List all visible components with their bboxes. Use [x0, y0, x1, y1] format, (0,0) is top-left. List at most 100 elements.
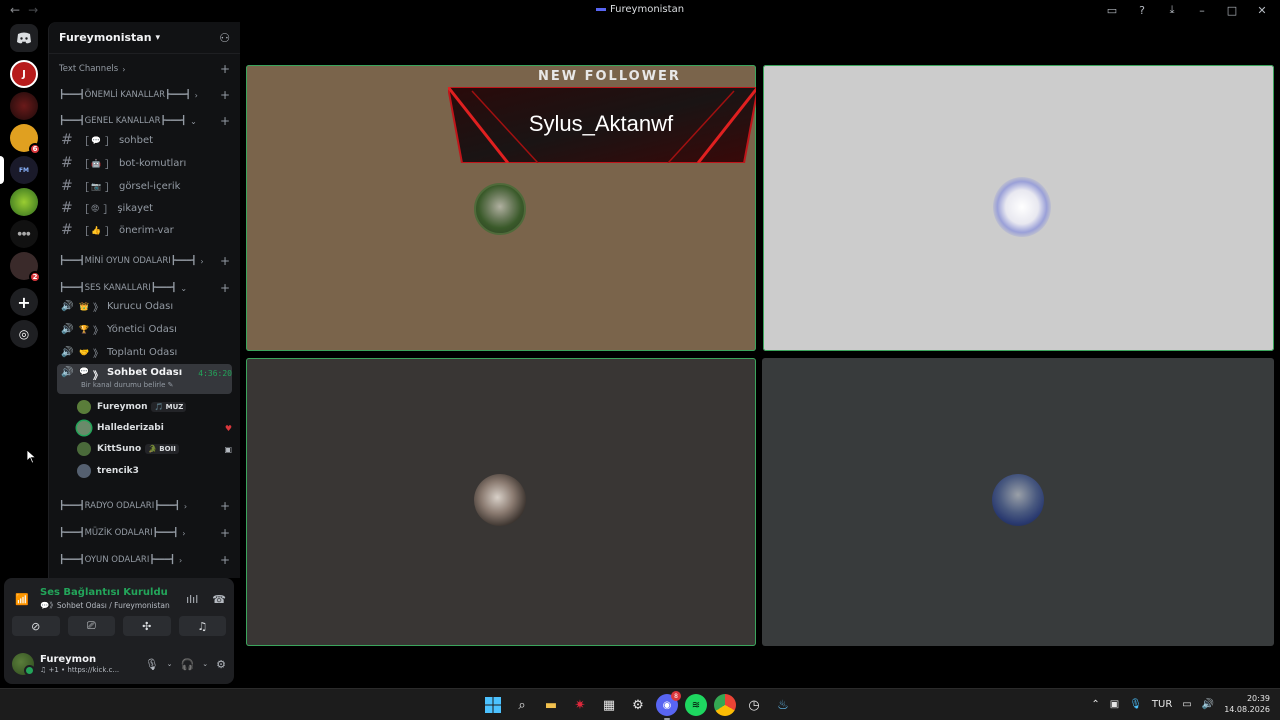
- download-icon[interactable]: ⤓: [1164, 3, 1180, 17]
- participant-tile-2[interactable]: [763, 65, 1274, 351]
- voice-channel-toplanti[interactable]: 🔊 🤝 》 Toplantı Odası: [57, 342, 232, 362]
- add-channel-icon[interactable]: +: [220, 114, 230, 128]
- activities-button[interactable]: ✣: [123, 616, 171, 636]
- chevron-up-icon[interactable]: ⌃: [1091, 699, 1099, 710]
- participant-tile-4[interactable]: [762, 358, 1274, 646]
- discover-icon[interactable]: ◎: [10, 320, 38, 348]
- help-icon[interactable]: ?: [1134, 4, 1150, 17]
- category-mini[interactable]: ┣━━━┫MİNİ OYUN ODALARI┣━━━┫ › +: [59, 254, 230, 268]
- speaker-icon: 🔊: [61, 367, 74, 378]
- category-text-channels[interactable]: Text Channels › +: [59, 62, 230, 76]
- participant-tile-3[interactable]: [246, 358, 756, 646]
- file-explorer-icon[interactable]: ▬: [540, 694, 562, 716]
- add-server-icon[interactable]: +: [10, 288, 38, 316]
- category-genel[interactable]: ┣━━━┫GENEL KANALLAR┣━━━┫ ⌄ +: [59, 114, 230, 128]
- voice-user-name: Fureymon: [97, 402, 148, 412]
- store-icon[interactable]: ▦: [598, 694, 620, 716]
- microphone-icon[interactable]: 🎙: [145, 658, 159, 671]
- tray-app-icon[interactable]: ▣: [1110, 699, 1119, 710]
- app-red-icon[interactable]: ✷: [569, 694, 591, 716]
- settings-gear-icon[interactable]: ⚙: [216, 658, 226, 671]
- add-channel-icon[interactable]: +: [220, 62, 230, 76]
- channel-bot-komutlari[interactable]: # ［ 🤖 ］ bot-komutları: [57, 153, 232, 173]
- server-icon-1[interactable]: J: [10, 60, 38, 88]
- channel-gorsel-icerik[interactable]: # ［ 📷 ］ görsel-içerik: [57, 176, 232, 196]
- category-onemli[interactable]: ┣━━━┫ÖNEMLİ KANALLAR┣━━━┫ › +: [59, 88, 230, 102]
- server-icon-2[interactable]: [10, 92, 38, 120]
- channel-status[interactable]: Bir kanal durumu belirle ✎: [81, 381, 174, 389]
- clock[interactable]: 20:39 14.08.2026: [1224, 693, 1270, 715]
- channel-sidebar: Fureymonistan ▾ ⚇ Text Channels › + ┣━━━┫Ö…: [48, 22, 240, 578]
- headphones-icon[interactable]: 🎧: [181, 658, 195, 671]
- channel-sikayet[interactable]: # ［ 😡 ］ şikayet: [57, 198, 232, 218]
- voice-channel-yonetici[interactable]: 🔊 🏆 》 Yönetici Odası: [57, 319, 232, 339]
- category-label: ┣━━━┫OYUN ODALARI┣━━━┫: [59, 555, 175, 565]
- soundboard-button[interactable]: ♫: [178, 616, 226, 636]
- participant-avatar: [993, 177, 1051, 237]
- user-info[interactable]: Fureymon ♫ +1 • https://kick.c...: [40, 654, 119, 674]
- channel-name: sohbet: [118, 134, 154, 146]
- chrome-icon[interactable]: [714, 694, 736, 716]
- signal-icon[interactable]: 📶: [12, 589, 32, 609]
- chevron-down-icon[interactable]: ⌄: [167, 660, 173, 668]
- server-header[interactable]: Fureymonistan ▾ ⚇: [49, 22, 240, 54]
- steam-icon[interactable]: ♨: [772, 694, 794, 716]
- server-icon-6[interactable]: ●●●: [10, 220, 38, 248]
- network-icon[interactable]: ▭: [1182, 699, 1191, 710]
- minimize-icon[interactable]: –: [1194, 4, 1210, 17]
- maximize-icon[interactable]: □: [1224, 4, 1240, 17]
- add-channel-icon[interactable]: +: [220, 254, 230, 268]
- start-windows-icon[interactable]: [482, 694, 504, 716]
- home-button[interactable]: [10, 24, 38, 52]
- chevron-down-icon[interactable]: ⌄: [202, 660, 208, 668]
- avatar[interactable]: [12, 653, 35, 676]
- add-channel-icon[interactable]: +: [220, 499, 230, 513]
- server-icon-fureymonistan[interactable]: FM: [10, 156, 38, 184]
- noise-suppression-icon[interactable]: ılıl: [186, 593, 198, 606]
- voice-status-subtitle[interactable]: 💬》Sohbet Odası / Fureymonistan: [40, 600, 170, 611]
- close-icon[interactable]: ✕: [1254, 4, 1270, 17]
- discord-taskbar-icon[interactable]: ◉ 8: [656, 691, 681, 720]
- speaker-icon: 🔊: [61, 300, 74, 312]
- category-muzik[interactable]: ┣━━━┫MÜZİK ODALARI┣━━━┫ › +: [59, 526, 230, 540]
- participant-tile-1[interactable]: NEW FOLLOWER Sylus_Aktanwf: [246, 65, 756, 351]
- inbox-icon[interactable]: ▭: [1104, 4, 1120, 17]
- participant-avatar: [992, 474, 1044, 526]
- invite-people-icon[interactable]: ⚇: [219, 31, 230, 45]
- voice-channel-kurucu[interactable]: 🔊 👑 》 Kurucu Odası: [57, 296, 232, 316]
- category-ses[interactable]: ┣━━━┫SES KANALLARI┣━━━┫ ⌄ +: [59, 281, 230, 295]
- add-channel-icon[interactable]: +: [220, 526, 230, 540]
- title-bar-actions: ▭ ? ⤓ – □ ✕: [1104, 3, 1270, 17]
- language-indicator[interactable]: TUR: [1152, 699, 1172, 710]
- channel-name: Toplantı Odası: [106, 346, 178, 358]
- add-channel-icon[interactable]: +: [220, 281, 230, 295]
- category-radyo[interactable]: ┣━━━┫RADYO ODALARI┣━━━┫ › +: [59, 499, 230, 513]
- voice-user[interactable]: trencik3: [77, 462, 232, 480]
- voice-user[interactable]: Fureymon 🎵 MUZ: [77, 398, 232, 416]
- channel-name: şikayet: [117, 202, 154, 214]
- category-label: ┣━━━┫MÜZİK ODALARI┣━━━┫: [59, 528, 179, 538]
- camera-off-button[interactable]: ⊘: [12, 616, 60, 636]
- spotify-icon[interactable]: ≋: [685, 694, 707, 716]
- voice-user-name: trencik3: [97, 466, 139, 476]
- channel-sohbet[interactable]: # ［ 💬 ］ sohbet: [57, 130, 232, 150]
- search-icon[interactable]: ⌕: [511, 694, 533, 716]
- voice-user[interactable]: KittSuno 🐊 BOII ▣: [77, 440, 232, 458]
- screen-share-button[interactable]: ⎚: [67, 616, 115, 636]
- voice-channel-sohbet-active[interactable]: 🔊 💬 》 Sohbet Odası 4:36:20 Bir kanal durumu…: [57, 364, 232, 394]
- server-icon-3[interactable]: 6: [10, 124, 41, 155]
- voice-user[interactable]: Hallederizabi ♥: [77, 419, 232, 437]
- server-icon-7[interactable]: 2: [10, 252, 41, 283]
- recording-app-icon[interactable]: ◷: [743, 694, 765, 716]
- system-tray: ⌃ ▣ 🎙 TUR ▭ 🔊 20:39 14.08.2026: [1091, 693, 1270, 715]
- channel-onerim-var[interactable]: # ［ 👍 ］ önerim-var: [57, 220, 232, 240]
- settings-icon[interactable]: ⚙: [627, 694, 649, 716]
- server-icon-5[interactable]: [10, 188, 38, 216]
- microphone-icon[interactable]: 🎙: [1129, 699, 1142, 710]
- category-oyun[interactable]: ┣━━━┫OYUN ODALARI┣━━━┫ › +: [59, 553, 230, 567]
- volume-icon[interactable]: 🔊: [1202, 699, 1214, 710]
- disconnect-icon[interactable]: ☎: [212, 593, 226, 606]
- voice-status-title[interactable]: Ses Bağlantısı Kuruldu: [40, 587, 170, 598]
- add-channel-icon[interactable]: +: [220, 553, 230, 567]
- add-channel-icon[interactable]: +: [220, 88, 230, 102]
